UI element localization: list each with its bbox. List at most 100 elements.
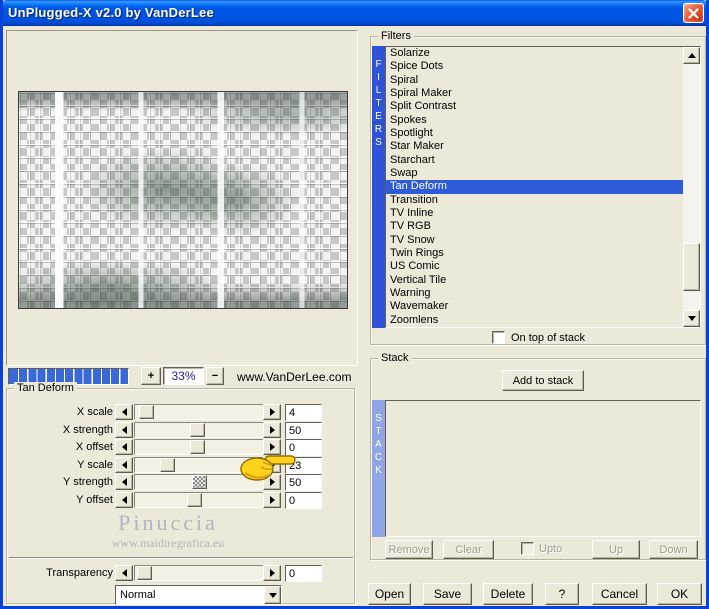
filter-item[interactable]: Transition (386, 194, 683, 207)
slider-track[interactable] (134, 439, 264, 455)
slider-left-arrow[interactable] (115, 565, 133, 581)
transparency-value-input[interactable] (285, 565, 322, 582)
watermark-site: www.maidiregrafica.eu (111, 536, 225, 550)
ok-button[interactable]: OK (657, 583, 702, 605)
filter-item[interactable]: Starchart (386, 154, 683, 167)
filters-strip-letter: R (374, 124, 383, 135)
slider-value-input[interactable] (285, 422, 322, 439)
filter-item[interactable]: Wavemaker (386, 300, 683, 313)
filter-listbox: Solarize Spice Dots Spiral Spiral Maker Spli… (385, 46, 701, 328)
filter-item[interactable]: TV Inline (386, 207, 683, 220)
filter-item[interactable]: Swap (386, 167, 683, 180)
slider-value-input[interactable] (285, 404, 322, 421)
open-button[interactable]: Open (368, 583, 411, 605)
up-button[interactable]: Up (592, 540, 640, 559)
cancel-button[interactable]: Cancel (592, 583, 647, 605)
clear-button[interactable]: Clear (443, 540, 494, 559)
slider-track[interactable] (134, 404, 264, 420)
slider-left-arrow[interactable] (115, 492, 133, 508)
slider-left-arrow[interactable] (115, 422, 133, 438)
slider-left-arrow[interactable] (115, 404, 133, 420)
filter-item[interactable]: Vertical Tile (386, 274, 683, 287)
on-top-of-stack-checkbox[interactable] (492, 331, 505, 344)
blend-mode-dropdown[interactable]: Normal (115, 585, 282, 605)
help-button[interactable]: ? (545, 583, 579, 605)
filter-item[interactable]: Spotlight (386, 127, 683, 140)
slider-thumb[interactable] (190, 423, 205, 437)
right-triangle-icon (269, 408, 275, 416)
chevron-down-icon (268, 592, 277, 598)
right-triangle-icon (269, 426, 275, 434)
slider-right-arrow[interactable] (263, 404, 281, 420)
slider-right-arrow[interactable] (263, 492, 281, 508)
slider-thumb[interactable] (192, 475, 207, 489)
stack-listbox[interactable] (385, 400, 701, 537)
slider-track[interactable] (134, 474, 264, 490)
filter-item[interactable]: Spiral Maker (386, 87, 683, 100)
slider-right-arrow[interactable] (263, 565, 281, 581)
transparency-track[interactable] (134, 565, 264, 581)
slider-value-input[interactable] (285, 492, 322, 509)
save-button[interactable]: Save (423, 583, 472, 605)
zoom-in-button[interactable]: + (141, 367, 161, 385)
close-button[interactable] (683, 3, 704, 23)
filter-item[interactable]: Spokes (386, 114, 683, 127)
scrollbar-thumb[interactable] (683, 243, 700, 291)
filter-item[interactable]: Spice Dots (386, 60, 683, 73)
left-triangle-icon (121, 443, 127, 451)
filter-item[interactable]: US Comic (386, 260, 683, 273)
vanderlee-link[interactable]: www.VanDerLee.com (237, 370, 352, 384)
slider-right-arrow[interactable] (263, 439, 281, 455)
scroll-up-button[interactable] (683, 47, 700, 64)
title-bar[interactable]: UnPlugged-X v2.0 by VanDerLee (3, 0, 706, 26)
remove-button[interactable]: Remove (385, 540, 433, 559)
slider-left-arrow[interactable] (115, 474, 133, 490)
slider-thumb[interactable] (139, 405, 154, 419)
slider-right-arrow[interactable] (263, 474, 281, 490)
slider-track[interactable] (134, 422, 264, 438)
slider-right-arrow[interactable] (263, 457, 281, 473)
preview-image[interactable] (18, 91, 348, 309)
down-button[interactable]: Down (649, 540, 698, 559)
zoom-out-button[interactable]: − (206, 367, 224, 385)
slider-track[interactable] (134, 457, 264, 473)
left-triangle-icon (121, 408, 127, 416)
filters-strip-letter: L (375, 85, 382, 96)
slider-left-arrow[interactable] (115, 457, 133, 473)
filter-item[interactable]: TV Snow (386, 234, 683, 247)
slider-value-input[interactable] (285, 474, 322, 491)
upto-label: Upto (539, 542, 563, 555)
slider-track[interactable] (134, 492, 264, 508)
filter-item[interactable]: Zoomlens (386, 314, 683, 327)
transparency-thumb[interactable] (137, 566, 152, 580)
slider-value-input[interactable] (285, 439, 322, 456)
slider-label: X strength (62, 424, 113, 436)
stack-strip-letter: S (375, 413, 382, 424)
filter-item[interactable]: Star Maker (386, 140, 683, 153)
slider-thumb[interactable] (190, 440, 205, 454)
dropdown-button[interactable] (264, 586, 281, 604)
blend-mode-value: Normal (120, 589, 156, 601)
filter-item[interactable]: Solarize (386, 47, 683, 60)
down-triangle-icon (687, 316, 696, 321)
filter-item[interactable]: Warning (386, 287, 683, 300)
filter-item[interactable]: Twin Rings (386, 247, 683, 260)
filter-item[interactable]: Spiral (386, 74, 683, 87)
upto-row: Upto (521, 542, 562, 555)
upto-checkbox[interactable] (521, 542, 534, 555)
filters-strip-letter: S (375, 137, 382, 148)
slider-thumb[interactable] (160, 458, 175, 472)
slider-value-input[interactable] (285, 457, 322, 474)
filters-strip-letter: E (375, 111, 382, 122)
filter-scrollbar[interactable] (683, 47, 700, 327)
filter-item[interactable]: Tan Deform (386, 180, 683, 194)
delete-button[interactable]: Delete (483, 583, 533, 605)
scroll-down-button[interactable] (683, 310, 700, 327)
slider-label: X scale (76, 406, 113, 418)
slider-thumb[interactable] (187, 493, 202, 507)
filter-item[interactable]: Split Contrast (386, 100, 683, 113)
add-to-stack-button[interactable]: Add to stack (502, 370, 584, 391)
filter-item[interactable]: TV RGB (386, 220, 683, 233)
slider-right-arrow[interactable] (263, 422, 281, 438)
slider-left-arrow[interactable] (115, 439, 133, 455)
